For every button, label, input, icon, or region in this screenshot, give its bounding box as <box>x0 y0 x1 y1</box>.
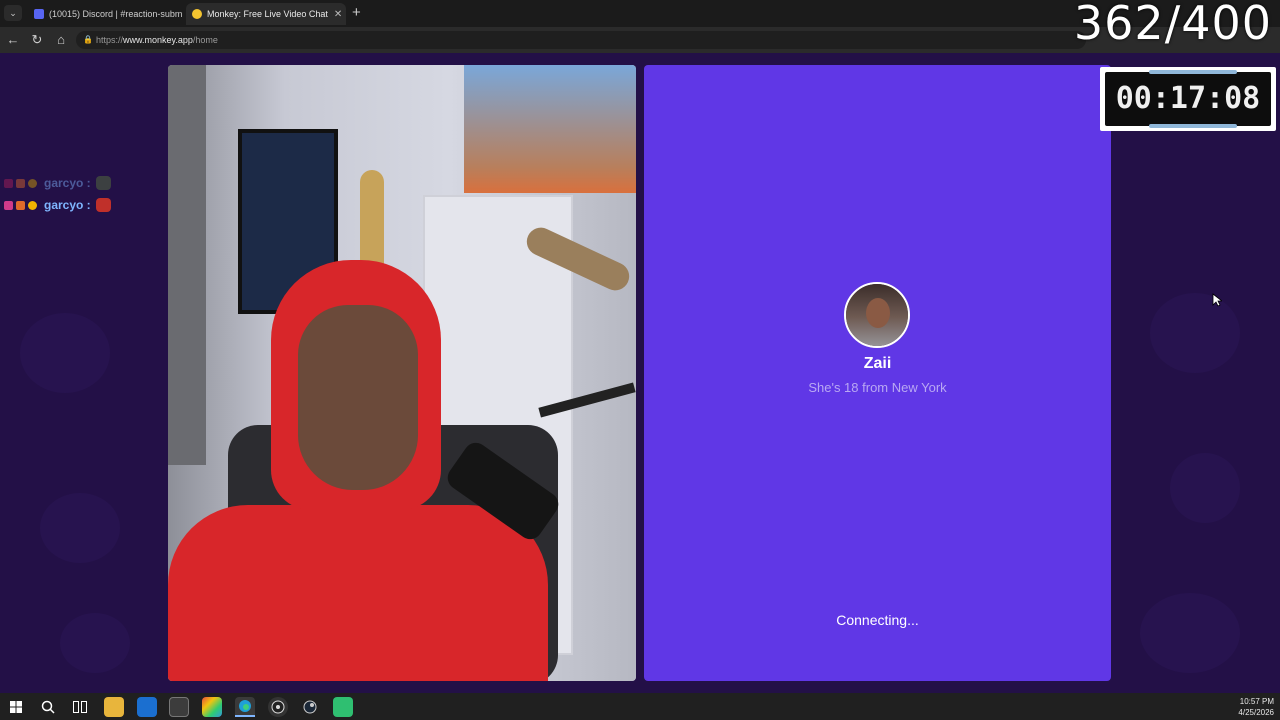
remote-user-info: She's 18 from New York <box>808 380 947 395</box>
chat-message: garcyo : <box>4 175 111 191</box>
remote-user-avatar <box>844 282 910 348</box>
timer-bar-bottom <box>1149 124 1237 128</box>
edge-icon[interactable] <box>235 697 255 717</box>
clock-date: 4/25/2026 <box>1238 708 1274 717</box>
chat-username: garcyo : <box>44 198 91 212</box>
clock-time: 10:57 PM <box>1239 697 1274 706</box>
url-scheme: https:// <box>96 35 124 45</box>
badge-icon <box>16 200 25 210</box>
emote-icon <box>95 176 111 190</box>
url-input[interactable]: https://www.monkey.app/home <box>76 31 1086 49</box>
red-hoodie <box>168 505 548 681</box>
monkey-page: Zaii She's 18 from New York Connecting..… <box>0 53 1280 693</box>
tab-discord[interactable]: (10015) Discord | #reaction-subm ✕ <box>28 3 184 25</box>
steam-icon[interactable] <box>300 697 320 717</box>
reaction-counter: 362/400 <box>1073 0 1272 50</box>
badge-icon <box>4 200 13 210</box>
tab-monkey[interactable]: Monkey: Free Live Video Chat ✕ <box>186 3 346 25</box>
wall-poster <box>464 65 636 193</box>
lock-icon: 🔒 <box>83 35 93 44</box>
url-host: www.monkey.app <box>123 35 193 45</box>
local-webcam-feed <box>168 65 636 681</box>
search-icon[interactable] <box>38 697 58 717</box>
emote-icon <box>95 198 111 212</box>
badge-icon <box>28 200 37 210</box>
outlook-icon[interactable] <box>137 697 157 717</box>
monkey-icon <box>192 9 202 19</box>
windows-taskbar: 10:57 PM 4/25/2026 <box>0 693 1280 720</box>
paint-icon[interactable] <box>202 697 222 717</box>
stream-timer-inner: 00:17:08 <box>1105 70 1271 128</box>
close-tab-icon[interactable]: ✕ <box>182 9 184 20</box>
badge-icon <box>16 178 25 188</box>
new-tab-button[interactable]: + <box>352 4 361 21</box>
task-view-icon[interactable] <box>70 697 90 717</box>
stream-timer: 00:17:08 <box>1115 81 1261 116</box>
url-path: /home <box>192 35 218 45</box>
badge-icon <box>28 178 37 188</box>
chat-username: garcyo : <box>44 176 91 190</box>
close-tab-icon[interactable]: ✕ <box>328 9 342 20</box>
windows-icon[interactable] <box>6 697 26 717</box>
badge-icon <box>4 178 13 188</box>
remote-video-panel: Zaii She's 18 from New York Connecting..… <box>644 65 1111 681</box>
timer-bar-top <box>1149 70 1237 74</box>
person-face <box>298 305 418 490</box>
discord-icon <box>34 9 44 19</box>
tab-title: Monkey: Free Live Video Chat <box>207 9 328 19</box>
system-clock[interactable]: 10:57 PM 4/25/2026 <box>1238 696 1274 718</box>
connection-status: Connecting... <box>836 612 919 628</box>
remote-user-name: Zaii <box>863 355 892 372</box>
android-app-icon[interactable] <box>333 697 353 717</box>
store-icon[interactable] <box>169 697 189 717</box>
tab-title: (10015) Discord | #reaction-subm <box>49 9 183 19</box>
obs-icon[interactable] <box>268 697 288 717</box>
refresh-icon[interactable]: ↻ <box>29 32 45 48</box>
mouse-cursor-icon <box>1212 293 1222 307</box>
tab-list-button[interactable]: ⌄ <box>4 5 22 21</box>
file-explorer-icon[interactable] <box>104 697 124 717</box>
stream-timer-box: 00:17:08 <box>1100 67 1276 131</box>
back-arrow-icon[interactable]: ← <box>5 32 21 48</box>
home-icon[interactable]: ⌂ <box>53 32 69 48</box>
chat-message: garcyo : <box>4 197 111 213</box>
